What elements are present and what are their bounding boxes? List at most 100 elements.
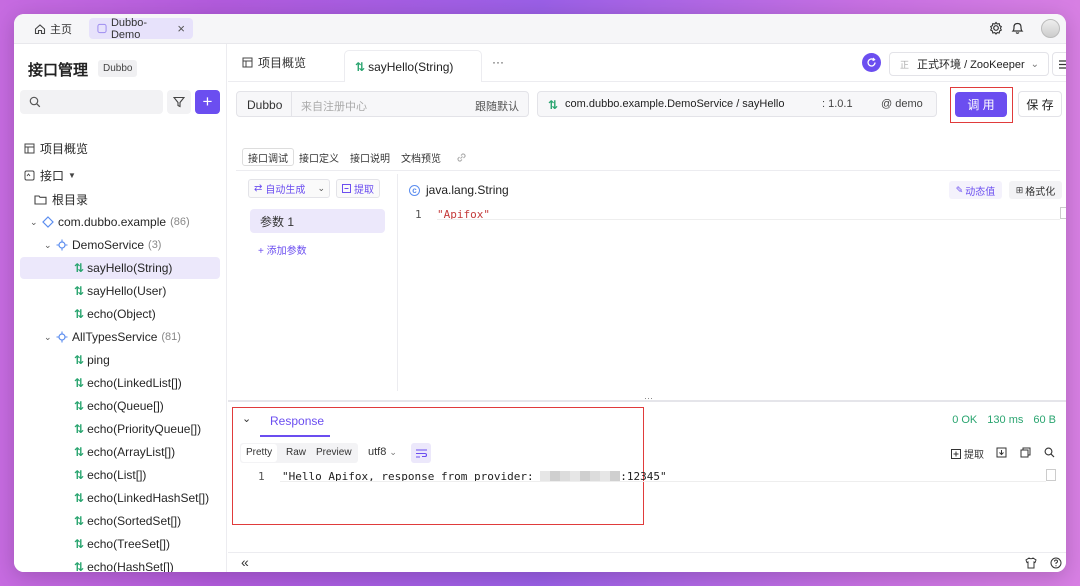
tab-doc-preview[interactable]: 文档预览 [396, 148, 446, 166]
tree-label: echo(ArrayList[]) [87, 445, 176, 459]
project-icon [97, 23, 107, 34]
class-icon: c [409, 184, 420, 196]
search-icon[interactable] [1044, 447, 1055, 458]
response-extract-button[interactable]: 提取 [951, 446, 984, 461]
dubbo-method-icon: ⇅ [74, 491, 84, 505]
tree-method-item[interactable]: ⇅ echo(Object) [20, 303, 220, 325]
dynamic-value-button[interactable]: ✎ 动态值 [949, 181, 1002, 199]
tree-method-item[interactable]: ⇅ ping [20, 349, 220, 371]
tab-label: 项目概览 [258, 56, 307, 70]
tree-method-item[interactable]: ⇅ echo(ArrayList[]) [20, 441, 220, 463]
swap-icon: ⇄ [254, 183, 263, 194]
code-editor[interactable]: 1 "Apifox" [399, 205, 1066, 391]
tree-method-item[interactable]: ⇅ sayHello(String) [20, 257, 220, 279]
param-item[interactable]: 参数 1 [250, 209, 385, 233]
chevron-down-icon: ⌄ [30, 216, 38, 227]
encoding-select[interactable]: utf8 ⌄ [368, 446, 397, 458]
response-body[interactable]: 1 "Hello Apifox, response from provider:… [240, 467, 1056, 527]
extract-icon [951, 448, 961, 459]
tree-method-item[interactable]: ⇅ echo(Queue[]) [20, 395, 220, 417]
more-tabs-icon[interactable]: ··· [492, 55, 504, 69]
tree-label: echo(SortedSet[]) [87, 514, 182, 528]
extract-icon [342, 184, 351, 193]
footer-bar: « [228, 552, 1066, 572]
drag-dots-icon[interactable]: ··· [644, 393, 653, 403]
sidebar-item-label: 接口 [40, 168, 65, 183]
add-button[interactable]: + [195, 90, 220, 114]
param-type: java.lang.String [426, 183, 509, 197]
extract-label: 提取 [354, 185, 374, 196]
tree-label: echo(HashSet[]) [87, 560, 174, 572]
environment-select[interactable]: 正 正式环境 / ZooKeeper ⌄ [889, 52, 1049, 76]
editor-scrollbar[interactable] [1060, 207, 1066, 219]
tree-label: sayHello(String) [87, 261, 173, 275]
tab-sayhello[interactable]: ⇅ sayHello(String) [344, 50, 482, 82]
dubbo-method-icon: ⇅ [74, 537, 84, 551]
divider [291, 92, 292, 116]
dubbo-method-icon: ⇅ [74, 376, 84, 390]
tree-method-item[interactable]: ⇅ echo(PriorityQueue[]) [20, 418, 220, 440]
tree-label: echo(Object) [87, 307, 156, 321]
tab-overview[interactable]: 项目概览 [242, 54, 306, 71]
home-tab[interactable]: 主页 [34, 18, 72, 39]
extract-param-button[interactable]: 提取 [336, 179, 380, 198]
tree-method-item[interactable]: ⇅ echo(HashSet[]) [20, 556, 220, 572]
gear-icon[interactable] [989, 21, 1003, 35]
tree-package[interactable]: ⌄ com.dubbo.example (86) [30, 211, 230, 233]
chevron-down-icon: ⌄ [389, 446, 397, 457]
service-icon [56, 331, 68, 343]
editor-panel: c java.lang.String ✎ 动态值 ⊞ 格式化 1 "Apifox… [399, 174, 1066, 391]
mode-raw[interactable]: Raw [286, 447, 306, 458]
package-icon [42, 216, 54, 228]
tree-method-item[interactable]: ⇅ echo(SortedSet[]) [20, 510, 220, 532]
sidebar-item-overview[interactable]: 项目概览 [24, 137, 224, 159]
link-icon[interactable] [456, 152, 467, 163]
mode-preview[interactable]: Preview [316, 447, 352, 458]
dubbo-method-icon: ⇅ [74, 445, 84, 459]
tree-service-demo[interactable]: ⌄ DemoService (3) [44, 234, 244, 256]
tab-label: sayHello(String) [368, 59, 454, 74]
tab-definition[interactable]: 接口定义 [294, 148, 344, 166]
tree-method-item[interactable]: ⇅ echo(LinkedList[]) [20, 372, 220, 394]
avatar[interactable] [1041, 19, 1060, 38]
response-tab-underline [260, 435, 330, 437]
close-icon[interactable]: × [177, 21, 185, 36]
tree-method-item[interactable]: ⇅ echo(List[]) [20, 464, 220, 486]
tree-count: (3) [148, 239, 162, 251]
download-icon[interactable] [996, 447, 1007, 458]
tree-service-alltypes[interactable]: ⌄ AllTypesService (81) [44, 326, 244, 348]
tree-method-item[interactable]: ⇅ echo(LinkedHashSet[]) [20, 487, 220, 509]
project-tab[interactable]: Dubbo-Demo × [89, 17, 193, 41]
menu-button[interactable] [1052, 52, 1066, 76]
env-prefix: 正 [900, 59, 910, 70]
tree-label: 根目录 [52, 192, 89, 207]
refresh-button[interactable] [862, 53, 881, 72]
mode-pretty[interactable]: Pretty [241, 444, 278, 462]
invoke-button[interactable]: 调 用 [955, 92, 1007, 117]
filter-button[interactable] [167, 90, 191, 114]
auto-generate-button[interactable]: ⇄ 自动生成 ⌄ [248, 179, 330, 198]
add-param-button[interactable]: + 添加参数 [258, 242, 307, 257]
wrap-toggle[interactable] [411, 443, 431, 463]
tab-response[interactable]: Response [270, 414, 324, 428]
shirt-icon[interactable] [1025, 557, 1037, 569]
save-button[interactable]: 保 存 [1018, 91, 1062, 117]
response-scrollbar[interactable] [1046, 469, 1056, 481]
copy-icon[interactable] [1020, 447, 1031, 458]
tab-description[interactable]: 接口说明 [345, 148, 395, 166]
bell-icon[interactable] [1011, 21, 1024, 35]
format-button[interactable]: ⊞ 格式化 [1009, 181, 1062, 199]
tree-method-item[interactable]: ⇅ sayHello(User) [20, 280, 220, 302]
tree-root-folder[interactable]: 根目录 [34, 188, 234, 210]
help-icon[interactable] [1050, 557, 1062, 569]
tree-method-item[interactable]: ⇅ echo(TreeSet[]) [20, 533, 220, 555]
protocol-registry-field[interactable]: Dubbo 来自注册中心 跟随默认 [236, 91, 529, 117]
sidebar-item-interface[interactable]: 接口 ▼ [24, 164, 224, 186]
dynamic-label: 动态值 [965, 186, 996, 198]
tab-debug[interactable]: 接口调试 [242, 148, 294, 166]
chevron-down-icon[interactable]: ⌄ [242, 412, 251, 425]
search-input[interactable] [20, 90, 163, 114]
tab-bar: 项目概览 ⇅ sayHello(String) ··· 正 正式环境 / Zoo… [228, 44, 1066, 82]
collapse-sidebar-icon[interactable]: « [241, 554, 249, 570]
service-path-field[interactable]: ⇅ com.dubbo.example.DemoService / sayHel… [537, 91, 937, 117]
